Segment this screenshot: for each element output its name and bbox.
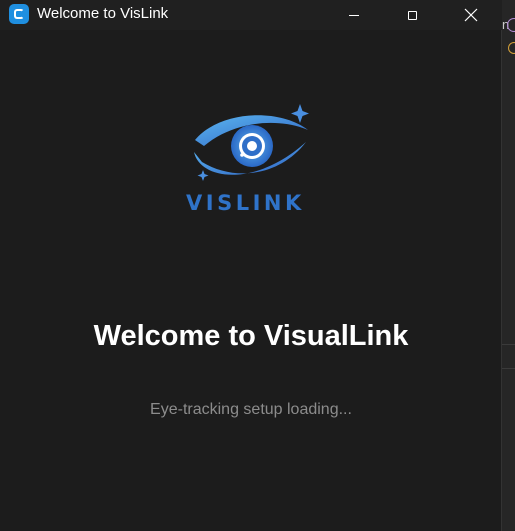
- window-title: Welcome to VisLink: [37, 5, 169, 22]
- title-bar[interactable]: Welcome to VisLink: [0, 0, 502, 30]
- welcome-heading: Welcome to VisualLink: [93, 320, 409, 352]
- background-divider: [502, 344, 515, 345]
- background-divider: [502, 368, 515, 369]
- app-icon: [9, 4, 29, 24]
- minimize-icon: [349, 14, 359, 16]
- close-button[interactable]: [448, 0, 494, 30]
- logo-wordmark: VISLINK: [186, 191, 305, 215]
- maximize-icon: [407, 10, 417, 20]
- loading-status-text: Eye-tracking setup loading...: [150, 401, 352, 418]
- app-icon-glyph: [14, 9, 24, 19]
- background-circle-icon: [507, 18, 515, 32]
- background-dot-icon: [508, 42, 515, 54]
- close-icon: [464, 8, 478, 22]
- maximize-button[interactable]: [389, 0, 435, 30]
- background-window-edge: [502, 0, 515, 531]
- minimize-button[interactable]: [331, 0, 377, 30]
- welcome-window: Welcome to VisLink VISLINK Welcome to Vi…: [0, 0, 502, 531]
